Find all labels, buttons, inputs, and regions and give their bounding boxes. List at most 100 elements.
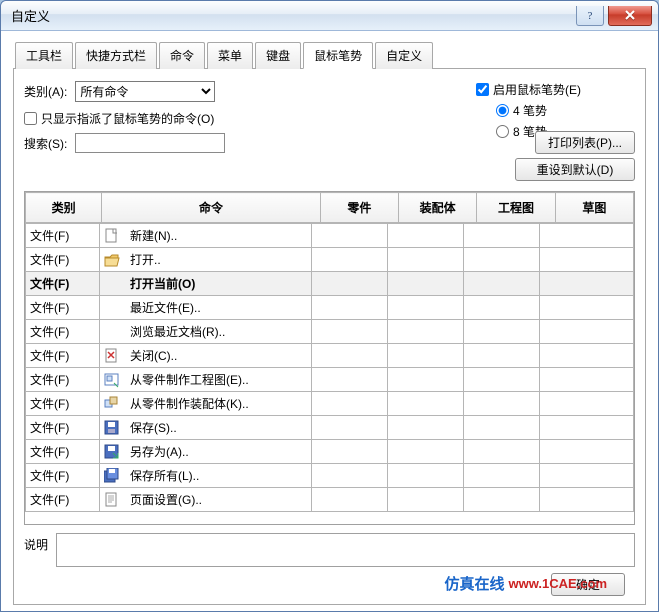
cell-gesture[interactable]	[312, 344, 388, 368]
description-row: 说明	[24, 533, 635, 567]
table-row[interactable]: 文件(F)关闭(C)..	[26, 344, 634, 368]
commands-table-body: 文件(F)新建(N)..文件(F)打开..文件(F)打开当前(O)文件(F)最近…	[25, 223, 634, 512]
table-row[interactable]: 文件(F)浏览最近文档(R)..	[26, 320, 634, 344]
cell-gesture[interactable]	[464, 320, 540, 344]
cell-gesture[interactable]	[464, 440, 540, 464]
cell-gesture[interactable]	[312, 464, 388, 488]
cell-gesture[interactable]	[388, 464, 464, 488]
header-drawing[interactable]: 工程图	[477, 193, 555, 223]
cell-gesture[interactable]	[312, 272, 388, 296]
table-row[interactable]: 文件(F)最近文件(E)..	[26, 296, 634, 320]
cell-gesture[interactable]	[464, 248, 540, 272]
cell-gesture[interactable]	[464, 296, 540, 320]
cell-gesture[interactable]	[388, 224, 464, 248]
table-row[interactable]: 文件(F)从零件制作装配体(K)..	[26, 392, 634, 416]
cell-gesture[interactable]	[540, 368, 634, 392]
table-row[interactable]: 文件(F)页面设置(G)..	[26, 488, 634, 512]
cell-gesture[interactable]	[540, 488, 634, 512]
cell-gesture[interactable]	[540, 296, 634, 320]
cell-gesture[interactable]	[540, 440, 634, 464]
tab-toolbar[interactable]: 工具栏	[15, 42, 73, 69]
reset-default-button[interactable]: 重设到默认(D)	[515, 158, 635, 181]
table-scroll[interactable]: 文件(F)新建(N)..文件(F)打开..文件(F)打开当前(O)文件(F)最近…	[25, 223, 634, 524]
cell-gesture[interactable]	[388, 248, 464, 272]
cell-gesture[interactable]	[464, 416, 540, 440]
cell-gesture[interactable]	[388, 440, 464, 464]
cell-gesture[interactable]	[540, 272, 634, 296]
cell-gesture[interactable]	[312, 368, 388, 392]
print-list-button[interactable]: 打印列表(P)...	[535, 131, 635, 154]
cell-command: 保存所有(L)..	[100, 464, 312, 488]
svg-text:?: ?	[588, 10, 593, 21]
description-label: 说明	[24, 533, 48, 567]
cell-gesture[interactable]	[388, 488, 464, 512]
cell-gesture[interactable]	[540, 248, 634, 272]
table-row[interactable]: 文件(F)从零件制作工程图(E)..	[26, 368, 634, 392]
cell-gesture[interactable]	[388, 392, 464, 416]
header-part[interactable]: 零件	[320, 193, 398, 223]
gesture-4-radio[interactable]	[496, 104, 509, 117]
help-button[interactable]: ?	[576, 6, 604, 26]
header-assembly[interactable]: 装配体	[399, 193, 477, 223]
cell-gesture[interactable]	[312, 248, 388, 272]
cell-gesture[interactable]	[540, 320, 634, 344]
cell-gesture[interactable]	[540, 344, 634, 368]
save-icon	[104, 420, 120, 436]
header-sketch[interactable]: 草图	[555, 193, 633, 223]
cell-gesture[interactable]	[388, 296, 464, 320]
table-row[interactable]: 文件(F)打开当前(O)	[26, 272, 634, 296]
table-row[interactable]: 文件(F)新建(N)..	[26, 224, 634, 248]
cell-gesture[interactable]	[312, 416, 388, 440]
cell-gesture[interactable]	[388, 368, 464, 392]
cell-gesture[interactable]	[540, 224, 634, 248]
cell-gesture[interactable]	[312, 320, 388, 344]
header-command[interactable]: 命令	[102, 193, 320, 223]
cell-gesture[interactable]	[312, 224, 388, 248]
help-icon: ?	[584, 9, 596, 21]
close-icon	[624, 9, 636, 21]
tab-command[interactable]: 命令	[159, 42, 205, 69]
table-row[interactable]: 文件(F)打开..	[26, 248, 634, 272]
header-category[interactable]: 类别	[26, 193, 102, 223]
cell-gesture[interactable]	[540, 392, 634, 416]
button-label: 确定	[576, 576, 600, 593]
category-combo[interactable]: 所有命令	[75, 81, 215, 102]
close-button[interactable]	[608, 6, 652, 26]
cell-gesture[interactable]	[464, 344, 540, 368]
tab-label: 工具栏	[26, 49, 62, 63]
cell-gesture[interactable]	[464, 488, 540, 512]
table-row[interactable]: 文件(F)保存(S)..	[26, 416, 634, 440]
cell-gesture[interactable]	[312, 392, 388, 416]
tab-shortcut[interactable]: 快捷方式栏	[75, 42, 157, 69]
cell-gesture[interactable]	[312, 488, 388, 512]
cell-gesture[interactable]	[464, 464, 540, 488]
gesture-panel: 类别(A): 所有命令 只显示指派了鼠标笔势的命令(O) 搜索(S):	[13, 69, 646, 605]
cell-gesture[interactable]	[388, 416, 464, 440]
ok-button[interactable]: 确定	[551, 573, 625, 596]
cell-gesture[interactable]	[388, 344, 464, 368]
cell-gesture[interactable]	[388, 272, 464, 296]
command-label: 打开..	[130, 253, 161, 267]
tab-custom[interactable]: 自定义	[375, 42, 433, 69]
cell-gesture[interactable]	[464, 368, 540, 392]
tab-label: 自定义	[386, 49, 422, 63]
tab-keyboard[interactable]: 键盘	[255, 42, 301, 69]
cell-gesture[interactable]	[312, 296, 388, 320]
button-label: 打印列表(P)...	[548, 134, 622, 151]
table-row[interactable]: 文件(F)另存为(A)..	[26, 440, 634, 464]
tab-menu[interactable]: 菜单	[207, 42, 253, 69]
tab-strip: 工具栏 快捷方式栏 命令 菜单 键盘 鼠标笔势 自定义	[13, 41, 646, 69]
only-assigned-checkbox[interactable]	[24, 112, 37, 125]
cell-gesture[interactable]	[464, 224, 540, 248]
tab-mouse-gesture[interactable]: 鼠标笔势	[303, 42, 373, 69]
tab-label: 命令	[170, 49, 194, 63]
cell-category: 文件(F)	[26, 464, 100, 488]
table-row[interactable]: 文件(F)保存所有(L)..	[26, 464, 634, 488]
cell-gesture[interactable]	[464, 392, 540, 416]
cell-gesture[interactable]	[388, 320, 464, 344]
cell-gesture[interactable]	[540, 416, 634, 440]
cell-gesture[interactable]	[464, 272, 540, 296]
enable-gesture-checkbox[interactable]	[476, 83, 489, 96]
cell-gesture[interactable]	[540, 464, 634, 488]
cell-gesture[interactable]	[312, 440, 388, 464]
